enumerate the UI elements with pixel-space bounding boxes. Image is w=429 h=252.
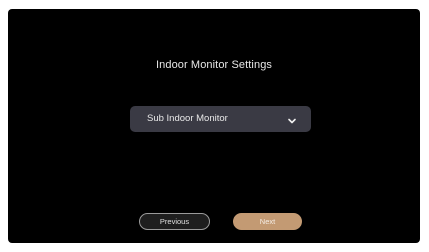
chevron-down-icon: [287, 113, 297, 124]
monitor-type-value: Sub Indoor Monitor: [147, 113, 228, 124]
indoor-monitor-settings-screen: Indoor Monitor Settings Sub Indoor Monit…: [8, 9, 420, 243]
page-title: Indoor Monitor Settings: [155, 59, 273, 71]
previous-button[interactable]: Previous: [139, 213, 210, 230]
next-button[interactable]: Next: [233, 213, 302, 230]
monitor-type-select[interactable]: Sub Indoor Monitor: [130, 106, 311, 132]
